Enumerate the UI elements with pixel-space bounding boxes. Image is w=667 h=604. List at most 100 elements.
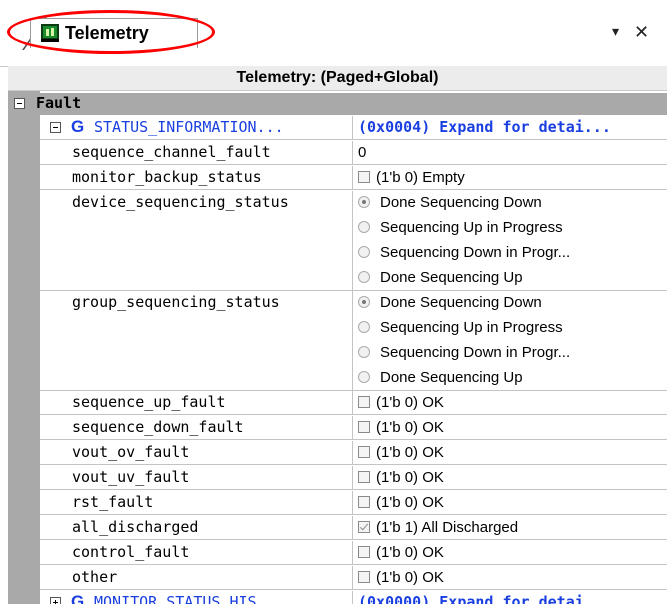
table-row[interactable]: group_sequencing_status Done Sequencing … (40, 291, 667, 391)
radio-option[interactable]: Sequencing Up in Progress (358, 216, 563, 240)
table-row[interactable]: sequence_channel_fault 0 (40, 141, 667, 165)
radio-option[interactable]: Sequencing Down in Progr... (358, 341, 570, 365)
checkbox-icon[interactable] (358, 571, 370, 583)
g-register-icon: G (71, 592, 85, 604)
radio-label: Sequencing Down in Progr... (380, 344, 571, 361)
row-value: (1'b 0) OK (376, 394, 444, 411)
telemetry-app-icon (41, 24, 59, 42)
row-name: sequence_channel_fault (40, 141, 353, 164)
table-row[interactable]: control_fault (1'b 0) OK (40, 541, 667, 565)
checkbox-icon[interactable] (358, 396, 370, 408)
radio-icon[interactable] (358, 271, 370, 283)
row-value: (1'b 0) Empty (376, 169, 465, 186)
row-name: rst_fault (40, 491, 353, 514)
radio-option[interactable]: Sequencing Down in Progr... (358, 241, 570, 265)
table-row[interactable]: vout_uv_fault (1'b 0) OK (40, 466, 667, 490)
radio-option[interactable]: Done Sequencing Down (358, 191, 542, 215)
row-value-cell[interactable]: (1'b 0) OK (358, 416, 667, 439)
row-name: device_sequencing_status (40, 191, 353, 290)
radio-option[interactable]: Sequencing Up in Progress (358, 316, 563, 340)
tab-telemetry[interactable]: Telemetry (30, 18, 198, 48)
row-value: (0x0004) Expand for detai... (358, 118, 611, 136)
row-value-cell[interactable]: (1'b 0) OK (358, 491, 667, 514)
radio-label: Done Sequencing Down (380, 294, 542, 311)
table-row[interactable]: monitor_backup_status (1'b 0) Empty (40, 166, 667, 190)
row-value-cell[interactable]: (1'b 0) OK (358, 541, 667, 564)
table-row-status-information[interactable]: G STATUS_INFORMATION... (0x0004) Expand … (40, 116, 667, 140)
row-value-cell[interactable]: (1'b 0) OK (358, 566, 667, 589)
row-value: (1'b 0) OK (376, 544, 444, 561)
radio-icon[interactable] (358, 196, 370, 208)
checkbox-icon[interactable] (358, 446, 370, 458)
row-name: vout_ov_fault (40, 441, 353, 464)
table-row[interactable]: sequence_up_fault (1'b 0) OK (40, 391, 667, 415)
radio-icon[interactable] (358, 321, 370, 333)
g-register-icon: G (71, 117, 85, 136)
grid-title: Telemetry: (Paged+Global) (8, 66, 667, 91)
radio-label: Done Sequencing Up (380, 269, 523, 286)
row-name: MONITOR_STATUS_HIS... (94, 593, 284, 604)
radio-label: Sequencing Down in Progr... (380, 244, 571, 261)
row-name-cell: G MONITOR_STATUS_HIS... (40, 591, 353, 604)
row-name: control_fault (40, 541, 353, 564)
radio-label: Done Sequencing Up (380, 369, 523, 386)
row-name: other (40, 566, 353, 589)
radio-option[interactable]: Done Sequencing Down (358, 291, 542, 315)
checkbox-icon[interactable] (358, 471, 370, 483)
row-value-cell[interactable]: (1'b 0) OK (358, 441, 667, 464)
row-value-cell[interactable]: (1'b 1) All Discharged (358, 516, 667, 539)
tab-label: Telemetry (65, 23, 149, 43)
radio-icon[interactable] (358, 346, 370, 358)
row-value: (1'b 0) OK (376, 444, 444, 461)
radio-label: Done Sequencing Down (380, 194, 542, 211)
radio-icon[interactable] (358, 371, 370, 383)
group-label: Fault (36, 94, 82, 112)
checkbox-icon[interactable] (358, 496, 370, 508)
checkbox-icon[interactable] (358, 421, 370, 433)
panel-menu-dropdown-icon[interactable]: ▾ (612, 24, 619, 40)
group-row-fault[interactable]: Fault (8, 93, 667, 115)
row-value: (1'b 0) OK (376, 569, 444, 586)
checkbox-icon[interactable] (358, 171, 370, 183)
radio-icon[interactable] (358, 221, 370, 233)
radio-option[interactable]: Done Sequencing Up (358, 266, 523, 290)
table-row[interactable]: rst_fault (1'b 0) OK (40, 491, 667, 515)
table-row[interactable]: sequence_down_fault (1'b 0) OK (40, 416, 667, 440)
table-row[interactable]: other (1'b 0) OK (40, 566, 667, 590)
table-row-monitor-status[interactable]: G MONITOR_STATUS_HIS... (0x0000) Expand … (40, 591, 667, 604)
radio-label: Sequencing Up in Progress (380, 319, 563, 336)
radio-label: Sequencing Up in Progress (380, 219, 563, 236)
close-icon[interactable]: ✕ (634, 22, 649, 43)
checkbox-icon[interactable] (358, 546, 370, 558)
table-row[interactable]: all_discharged (1'b 1) All Discharged (40, 516, 667, 540)
radio-group[interactable]: Done Sequencing Down Sequencing Up in Pr… (358, 291, 667, 390)
collapse-icon[interactable] (50, 122, 61, 133)
row-name: monitor_backup_status (40, 166, 353, 189)
radio-icon[interactable] (358, 296, 370, 308)
table-row[interactable]: device_sequencing_status Done Sequencing… (40, 191, 667, 291)
row-value: (1'b 0) OK (376, 419, 444, 436)
radio-option[interactable]: Done Sequencing Up (358, 366, 523, 390)
radio-icon[interactable] (358, 246, 370, 258)
tab-strip: Telemetry ▾ ✕ (0, 0, 667, 67)
row-value-cell[interactable]: (1'b 0) OK (358, 391, 667, 414)
row-name-cell: G STATUS_INFORMATION... (40, 116, 353, 139)
grid-left-strip (8, 91, 40, 604)
radio-group[interactable]: Done Sequencing Down Sequencing Up in Pr… (358, 191, 667, 290)
expand-icon[interactable] (50, 597, 61, 604)
row-value-cell[interactable]: (1'b 0) OK (358, 466, 667, 489)
row-value[interactable]: 0 (358, 141, 667, 164)
row-name: vout_uv_fault (40, 466, 353, 489)
row-value-cell[interactable]: (1'b 0) Empty (358, 166, 667, 189)
row-name: STATUS_INFORMATION... (94, 118, 284, 136)
row-name: group_sequencing_status (40, 291, 353, 390)
row-name: sequence_down_fault (40, 416, 353, 439)
row-name: sequence_up_fault (40, 391, 353, 414)
row-value: (0x0000) Expand for detai... (358, 593, 611, 604)
row-value: (1'b 0) OK (376, 469, 444, 486)
collapse-icon[interactable] (14, 98, 25, 109)
property-grid: Fault G STATUS_INFORMATION... (0x0004) E… (8, 91, 667, 604)
row-value: (1'b 0) OK (376, 494, 444, 511)
table-row[interactable]: vout_ov_fault (1'b 0) OK (40, 441, 667, 465)
checkbox-checked-icon[interactable] (358, 521, 370, 533)
